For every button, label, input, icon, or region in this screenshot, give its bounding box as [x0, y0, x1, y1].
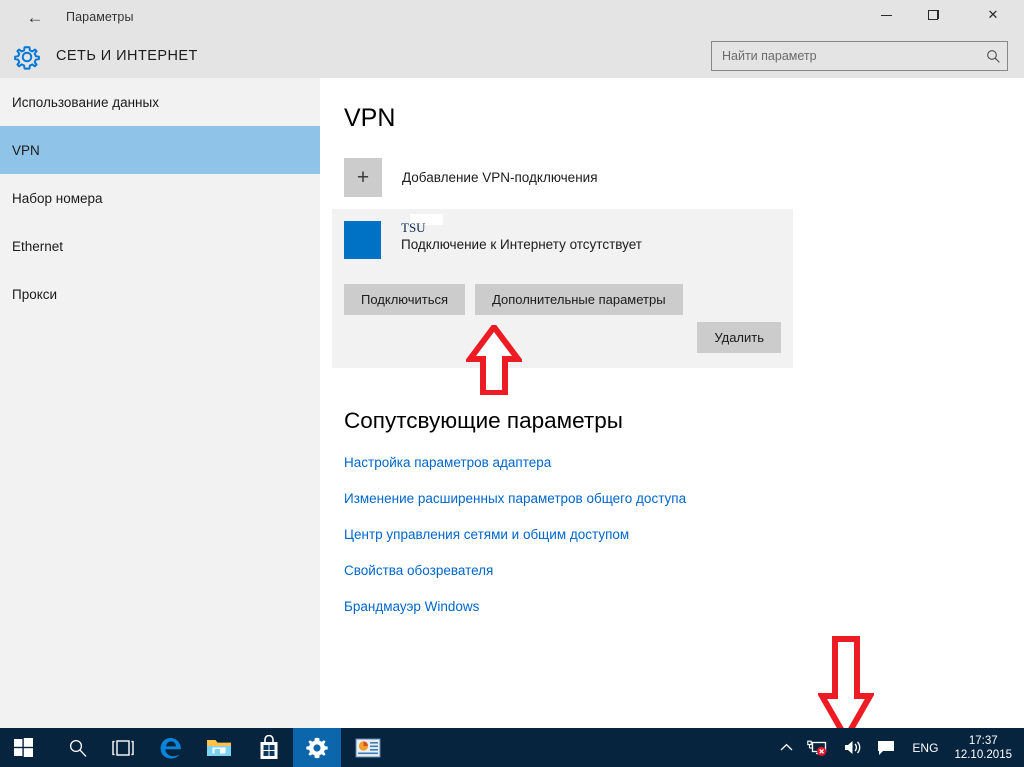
presentation-button[interactable] [345, 728, 391, 767]
network-error-icon [807, 740, 827, 756]
advanced-options-button[interactable]: Дополнительные параметры [475, 284, 683, 315]
clock[interactable]: 17:37 12.10.2015 [948, 728, 1024, 767]
close-icon: ✕ [987, 7, 999, 22]
settings-button[interactable] [293, 728, 341, 767]
add-vpn-connection-button[interactable]: + Добавление VPN-подключения [344, 158, 598, 197]
taskbar: ENG 17:37 12.10.2015 [0, 728, 1024, 767]
window-title: Параметры [66, 10, 134, 24]
sidebar: Использование данных VPN Набор номера Et… [0, 78, 320, 728]
sidebar-item-dialup[interactable]: Набор номера [0, 174, 320, 222]
folder-icon [207, 739, 231, 756]
search-icon[interactable] [979, 42, 1007, 70]
plus-icon: + [344, 158, 382, 197]
link-adapter-settings[interactable]: Настройка параметров адаптера [344, 455, 686, 470]
related-settings-title: Сопутсвующие параметры [344, 408, 623, 433]
sidebar-item-data-usage[interactable]: Использование данных [0, 78, 320, 126]
page-title: VPN [344, 104, 396, 132]
vpn-card-actions-row-2: Удалить [697, 322, 781, 353]
edge-button[interactable] [148, 728, 194, 767]
sidebar-item-ethernet[interactable]: Ethernet [0, 222, 320, 270]
sidebar-item-label: Ethernet [12, 238, 64, 254]
vpn-tile-icon [344, 221, 381, 259]
task-view-icon [112, 739, 134, 756]
link-internet-options[interactable]: Свойства обозревателя [344, 563, 686, 578]
vpn-card-actions-row-1: Подключиться Дополнительные параметры [344, 284, 683, 315]
speaker-icon [845, 741, 861, 754]
sidebar-item-label: VPN [12, 142, 40, 158]
title-bar: ← Параметры ✕ [0, 0, 1024, 36]
system-tray: ENG 17:37 12.10.2015 [773, 728, 1024, 767]
sidebar-item-vpn[interactable]: VPN [0, 126, 320, 174]
arrow-down-annotation [818, 636, 874, 740]
minimize-button[interactable] [863, 0, 909, 30]
maximize-button[interactable] [910, 0, 956, 30]
settings-window: ← Параметры ✕ СЕТЬ И ИНТЕРНЕТ Найти пара… [0, 0, 1024, 767]
connect-button[interactable]: Подключиться [344, 284, 466, 315]
action-center-icon [878, 741, 895, 755]
close-button[interactable]: ✕ [970, 0, 1016, 30]
search-button[interactable] [55, 728, 101, 767]
chevron-up-icon [780, 743, 793, 751]
clock-time: 17:37 [968, 734, 998, 747]
category-header-bar: СЕТЬ И ИНТЕРНЕТ [0, 36, 1024, 78]
vpn-connection-card[interactable]: TSU Подключение к Интернету отсутствует … [332, 209, 793, 368]
search-icon [69, 739, 87, 757]
action-center-button[interactable] [870, 728, 902, 767]
edge-icon [160, 737, 181, 759]
sidebar-item-label: Прокси [12, 286, 58, 302]
search-input[interactable] [712, 49, 979, 63]
arrow-up-annotation [466, 325, 522, 395]
start-button[interactable] [0, 728, 46, 767]
page-category-title: СЕТЬ И ИНТЕРНЕТ [56, 48, 198, 64]
file-explorer-button[interactable] [196, 728, 242, 767]
sidebar-item-label: Набор номера [12, 190, 103, 206]
restore-icon [928, 10, 939, 20]
vpn-card-header: TSU Подключение к Интернету отсутствует [344, 214, 642, 259]
vpn-connection-name: TSU [401, 220, 426, 235]
store-bag-icon [260, 735, 278, 759]
windows-logo-icon [13, 738, 33, 757]
link-windows-firewall[interactable]: Брандмауэр Windows [344, 599, 686, 614]
link-advanced-sharing-settings[interactable]: Изменение расширенных параметров общего … [344, 491, 686, 506]
gear-icon [306, 737, 328, 758]
language-indicator[interactable]: ENG [902, 728, 948, 767]
clock-date: 12.10.2015 [954, 748, 1012, 761]
vpn-connection-status: Подключение к Интернету отсутствует [401, 237, 642, 252]
content-pane: VPN + Добавление VPN-подключения TSU Под… [320, 78, 1024, 728]
back-arrow-icon[interactable]: ← [24, 8, 46, 28]
store-button[interactable] [246, 728, 292, 767]
add-vpn-label: Добавление VPN-подключения [402, 170, 598, 185]
network-tray-button[interactable] [800, 728, 836, 767]
show-hidden-icons-button[interactable] [773, 728, 800, 767]
search-box[interactable] [711, 41, 1008, 71]
presentation-icon [355, 738, 381, 757]
gear-icon [14, 46, 40, 70]
related-settings-links: Настройка параметров адаптера Изменение … [344, 455, 686, 635]
volume-tray-button[interactable] [836, 728, 870, 767]
plus-glyph: + [356, 166, 370, 189]
vpn-card-texts: TSU Подключение к Интернету отсутствует [401, 214, 642, 259]
sidebar-item-label: Использование данных [12, 94, 159, 110]
remove-button[interactable]: Удалить [697, 322, 781, 353]
minimize-icon [880, 14, 892, 16]
sidebar-item-proxy[interactable]: Прокси [0, 270, 320, 318]
task-view-button[interactable] [100, 728, 146, 767]
link-network-sharing-center[interactable]: Центр управления сетями и общим доступом [344, 527, 686, 542]
